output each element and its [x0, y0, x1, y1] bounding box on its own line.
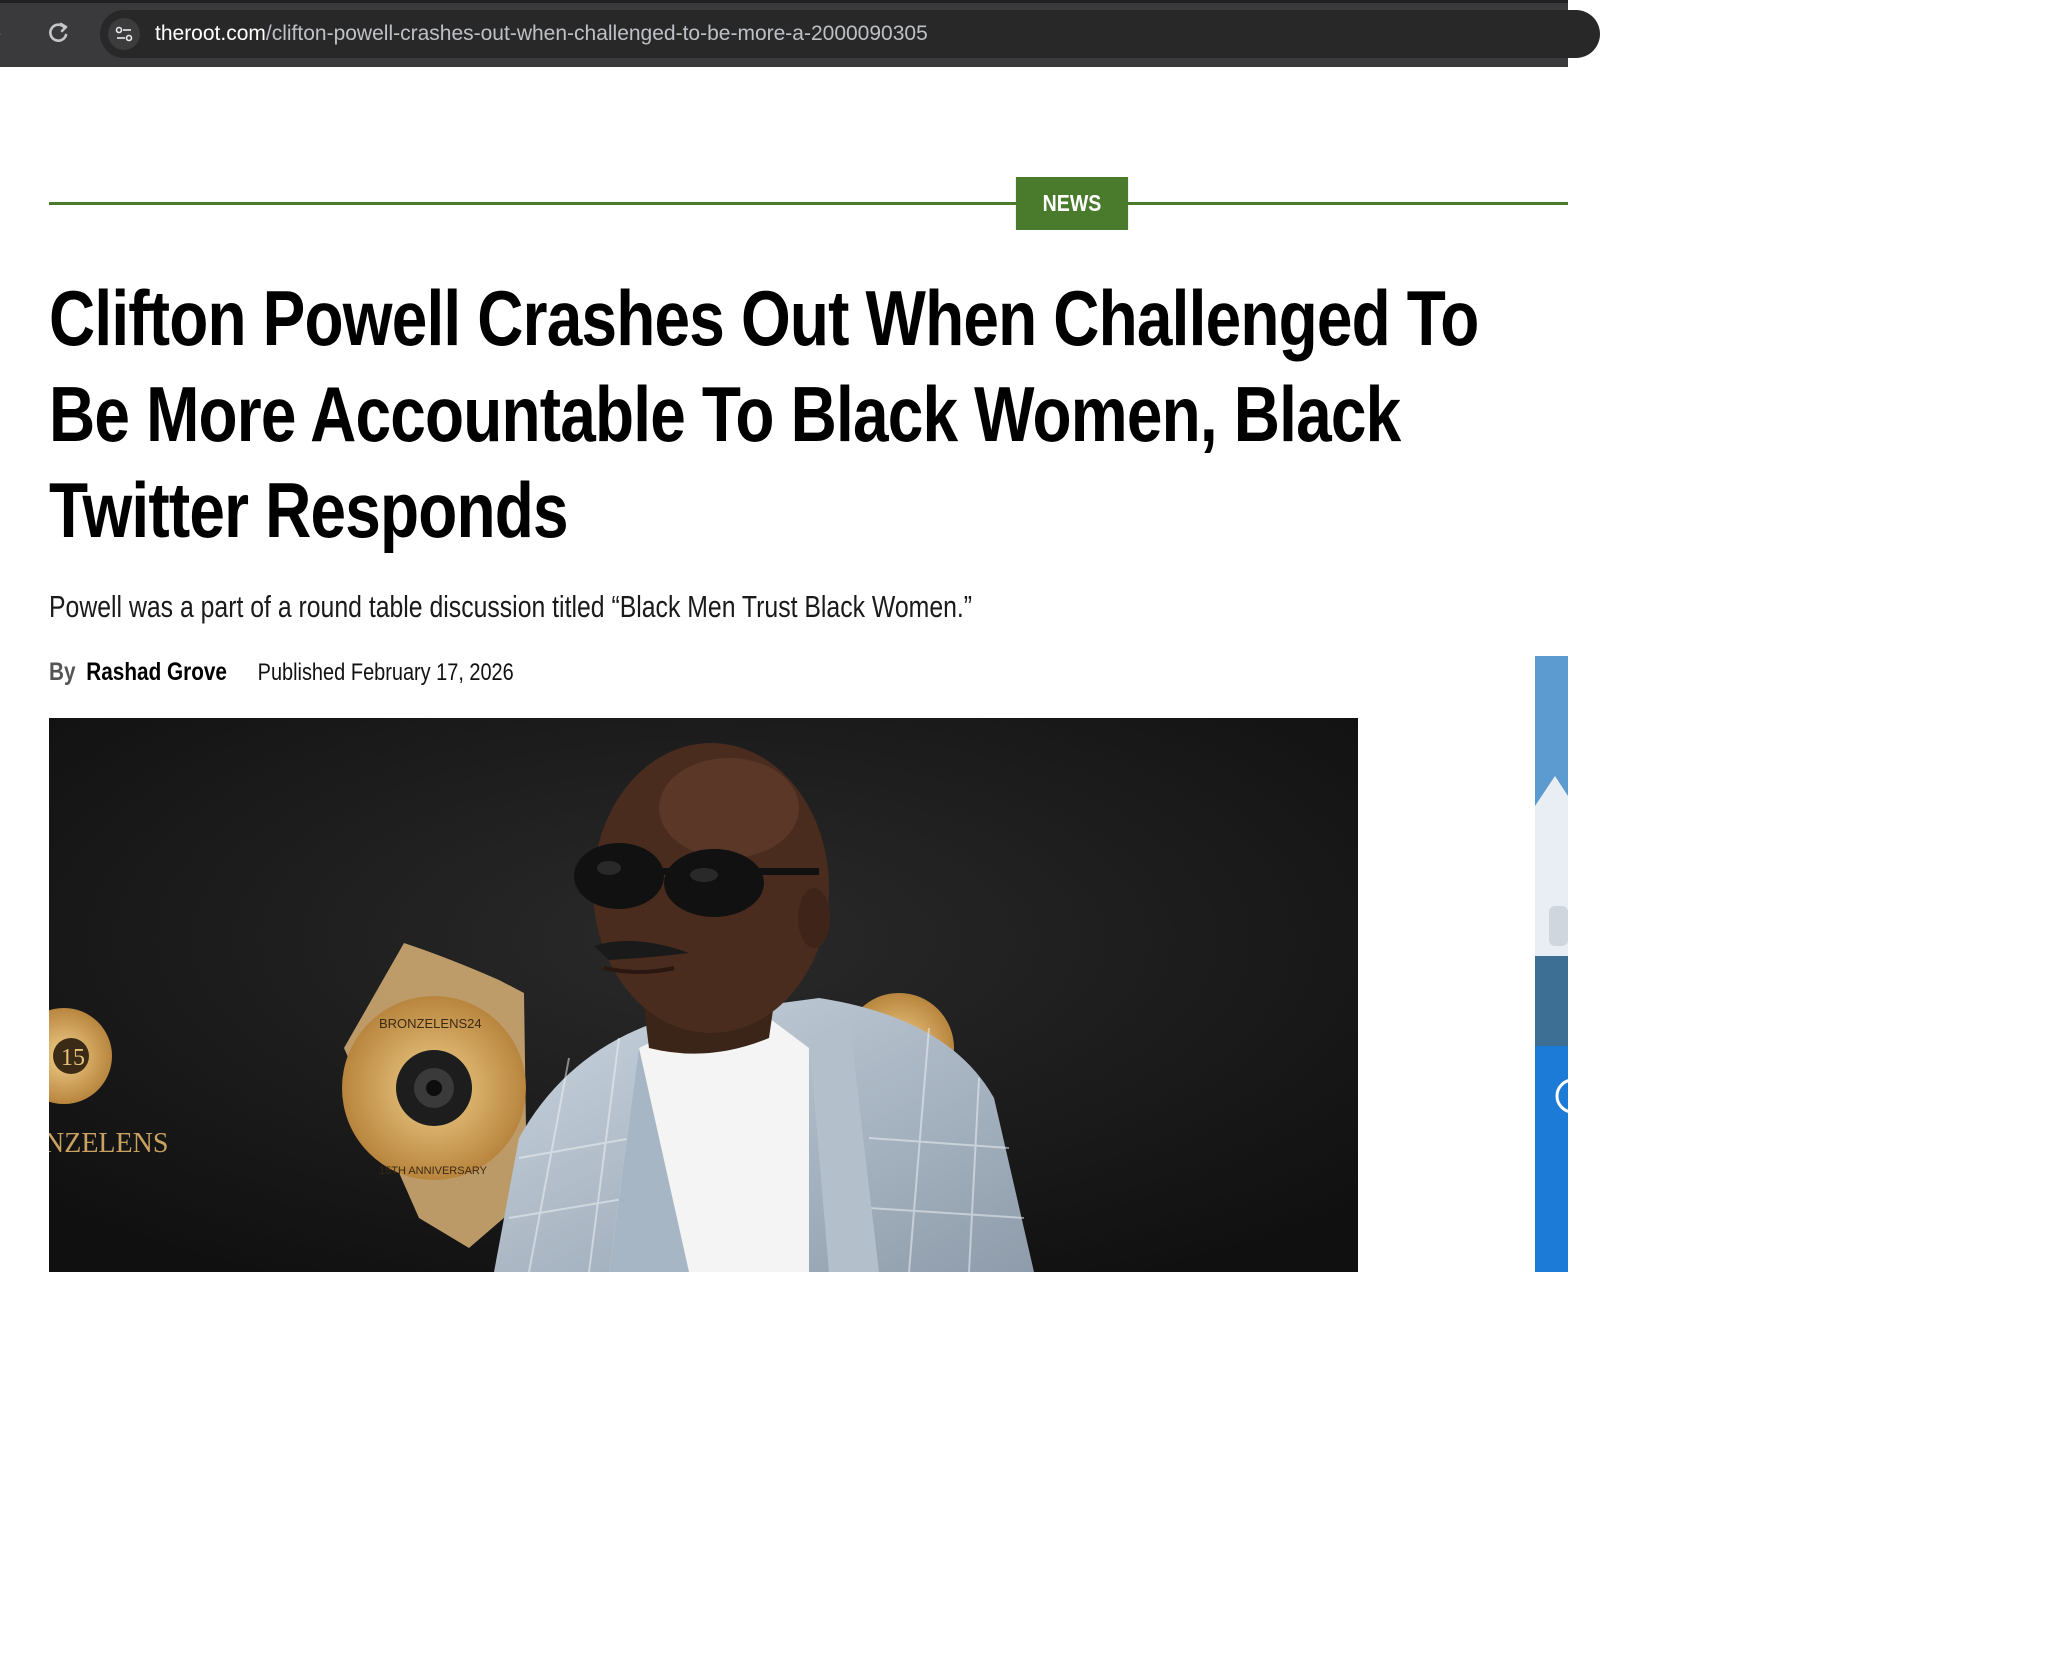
published-date: February 17, 2026: [350, 659, 514, 686]
headline-line: Be More Accountable To Black Women, Blac…: [49, 370, 1401, 458]
hero-image: 15 NZELENS BRONZELENS24 15TH ANNIVERSARY: [49, 718, 1358, 1272]
browser-toolbar: › theroot.com/clifton-powell-crashes-out…: [0, 0, 1600, 67]
svg-text:NZELENS: NZELENS: [49, 1128, 168, 1159]
byline: By Rashad Grove Published February 17, 2…: [49, 655, 514, 689]
svg-text:15: 15: [61, 1045, 85, 1071]
advertisement[interactable]: [1535, 656, 1568, 1272]
svg-text:15TH ANNIVERSARY: 15TH ANNIVERSARY: [379, 1165, 488, 1177]
url-path: /clifton-powell-crashes-out-when-challen…: [265, 22, 928, 45]
site-info-icon[interactable]: [108, 18, 140, 50]
article-headline: Clifton Powell Crashes Out When Challeng…: [49, 270, 1591, 558]
url-host: theroot.com: [155, 22, 266, 45]
section-tag[interactable]: NEWS: [1015, 177, 1129, 230]
headline-line: Twitter Responds: [49, 466, 569, 554]
section-divider: [49, 202, 1568, 205]
url-text[interactable]: theroot.com/clifton-powell-crashes-out-w…: [155, 22, 928, 46]
address-bar[interactable]: theroot.com/clifton-powell-crashes-out-w…: [100, 10, 1600, 58]
author-link[interactable]: Rashad Grove: [86, 658, 227, 686]
by-label: By: [49, 658, 76, 686]
forward-icon[interactable]: ›: [0, 17, 18, 49]
reload-icon[interactable]: [44, 17, 72, 49]
article-dek: Powell was a part of a round table discu…: [49, 589, 973, 624]
headline-line: Clifton Powell Crashes Out When Challeng…: [49, 274, 1479, 362]
published-label: Published: [257, 659, 346, 686]
svg-text:BRONZELENS24: BRONZELENS24: [379, 1016, 482, 1031]
